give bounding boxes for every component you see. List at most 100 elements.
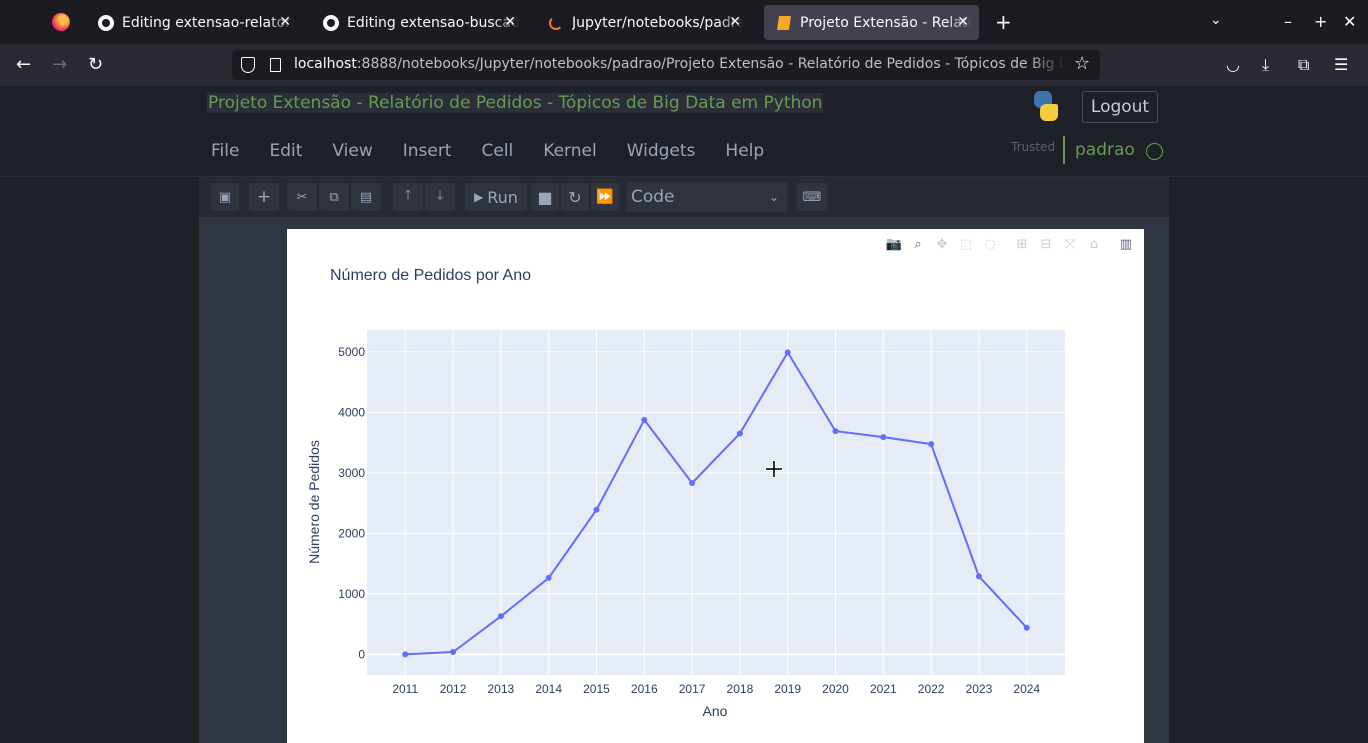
close-window-icon[interactable]: ✕	[1343, 10, 1356, 34]
trusted-indicator[interactable]: Trusted	[1011, 140, 1055, 154]
x-tick-label: 2018	[727, 682, 754, 696]
url-host: localhost	[294, 56, 357, 72]
x-tick-label: 2013	[488, 682, 515, 696]
data-point	[497, 613, 504, 620]
cell-type-value: Code	[631, 187, 675, 207]
chevron-down-icon: ⌄	[768, 190, 779, 204]
menu-bar: File Edit View Insert Cell Kernel Widget…	[196, 139, 779, 165]
restart-icon[interactable]: ↻	[561, 183, 589, 211]
x-tick-label: 2020	[822, 682, 849, 696]
menu-widgets[interactable]: Widgets	[612, 139, 711, 165]
loading-spinner-icon	[548, 15, 564, 31]
cut-icon[interactable]: ✂	[287, 183, 317, 211]
data-point	[689, 480, 696, 487]
move-up-arrow-icon[interactable]: 🡑	[393, 183, 423, 211]
pocket-icon[interactable]: ◡	[1226, 54, 1240, 76]
data-point	[593, 506, 600, 513]
notebook-container: ▣ + ✂ ⧉ ▤ 🡑 🡓 ▶ Run ■ ↻ ⏩ Code ⌄ ⌨ 📷 ⌕ ✥…	[199, 177, 1169, 743]
menu-view[interactable]: View	[317, 139, 387, 165]
reload-icon[interactable]: ↻	[88, 53, 103, 77]
play-icon: ▶	[474, 190, 484, 204]
close-tab-icon[interactable]: ✕	[957, 14, 969, 30]
fast-forward-icon[interactable]: ⏩	[591, 183, 619, 211]
firefox-view-icon[interactable]	[52, 13, 70, 31]
chevron-down-icon[interactable]: ⌄	[1210, 12, 1222, 28]
menu-help[interactable]: Help	[710, 139, 779, 165]
kernel-separator	[1063, 136, 1065, 164]
url-bar[interactable]: localhost:8888/notebooks/Jupyter/noteboo…	[232, 50, 1100, 80]
stop-icon[interactable]: ■	[531, 183, 559, 211]
python-logo-icon	[1032, 91, 1060, 121]
plot-area	[367, 330, 1065, 675]
chart-svg: 010002000300040005000 2011 2012 2013 2014 20…	[306, 267, 1065, 719]
menu-insert[interactable]: Insert	[388, 139, 467, 165]
data-point	[784, 349, 791, 356]
y-tick-label: 4000	[338, 405, 365, 419]
x-tick-label: 2015	[583, 682, 610, 696]
tab-title: Editing extensao-buscador	[347, 14, 519, 31]
y-tick-label: 5000	[338, 345, 365, 359]
x-tick-label: 2012	[440, 682, 467, 696]
minimize-icon[interactable]: –	[1284, 10, 1292, 34]
notebook-title[interactable]: Projeto Extensão - Relatório de Pedidos …	[207, 93, 824, 113]
github-icon	[98, 14, 114, 31]
data-point	[880, 434, 887, 441]
download-icon[interactable]: ⤓	[1262, 54, 1269, 76]
tab-jupyter-notebooks[interactable]: Jupyter/notebooks/padrao/ ✕	[536, 5, 751, 40]
close-tab-icon[interactable]: ✕	[279, 14, 291, 30]
run-button[interactable]: ▶ Run	[465, 183, 527, 211]
forward-arrow-icon[interactable]: →	[52, 53, 67, 77]
data-point	[832, 428, 839, 435]
y-tick-label: 2000	[338, 526, 365, 540]
menu-cell[interactable]: Cell	[466, 139, 528, 165]
close-tab-icon[interactable]: ✕	[504, 14, 516, 30]
logout-button[interactable]: Logout	[1082, 91, 1158, 123]
browser-nav-bar: ← → ↻ localhost:8888/notebooks/Jupyter/n…	[0, 44, 1368, 86]
browser-tab-bar: Editing extensao-relatorio ✕ Editing ext…	[0, 0, 1368, 44]
x-tick-label: 2011	[392, 682, 418, 696]
close-tab-icon[interactable]: ✕	[729, 14, 741, 30]
x-tick-label: 2016	[631, 682, 658, 696]
save-icon[interactable]: ▣	[211, 183, 239, 211]
back-arrow-icon[interactable]: ←	[16, 53, 31, 77]
move-down-arrow-icon[interactable]: 🡓	[425, 183, 455, 211]
new-tab-icon[interactable]: +	[995, 10, 1012, 34]
page-info-icon[interactable]	[270, 58, 281, 72]
tab-editing-relatorio[interactable]: Editing extensao-relatorio ✕	[86, 5, 301, 40]
cell-type-select[interactable]: Code ⌄	[627, 182, 787, 212]
data-point	[736, 430, 743, 437]
y-tick-label: 1000	[338, 587, 365, 601]
url-text[interactable]: localhost:8888/notebooks/Jupyter/noteboo…	[294, 56, 1066, 72]
tracking-shield-icon[interactable]	[241, 57, 255, 73]
x-axis-label: Ano	[703, 703, 728, 719]
tab-editing-buscador[interactable]: Editing extensao-buscador ✕	[311, 5, 526, 40]
keyboard-icon[interactable]: ⌨	[797, 183, 827, 211]
kernel-idle-icon	[1146, 143, 1163, 160]
insert-cell-plus-icon[interactable]: +	[249, 183, 279, 211]
x-tick-labels: 2011 2012 2013 2014 2015 2016 2017 2018 2019 2020…	[392, 682, 1040, 696]
tab-title: Jupyter/notebooks/padrao/	[572, 14, 744, 31]
tab-projeto-extensao[interactable]: Projeto Extensão - Relatório ✕	[764, 5, 979, 40]
notebook-body: ▣ + ✂ ⧉ ▤ 🡑 🡓 ▶ Run ■ ↻ ⏩ Code ⌄ ⌨ 📷 ⌕ ✥…	[0, 177, 1368, 743]
menu-kernel[interactable]: Kernel	[528, 139, 611, 165]
paste-icon[interactable]: ▤	[351, 183, 381, 211]
kernel-name[interactable]: padrao	[1075, 140, 1135, 160]
maximize-icon[interactable]: +	[1314, 10, 1327, 34]
y-axis-label: Número de Pedidos	[306, 440, 322, 564]
menu-file[interactable]: File	[196, 139, 254, 165]
menu-edit[interactable]: Edit	[254, 139, 317, 165]
y-tick-label: 3000	[338, 466, 365, 480]
copy-icon[interactable]: ⧉	[319, 183, 349, 211]
run-label: Run	[487, 187, 518, 207]
chart-title: Número de Pedidos por Ano	[330, 267, 531, 284]
plotly-chart[interactable]: 📷 ⌕ ✥ ⬚ ◌ ⊞ ⊟ ⤧ ⌂ ▥ 0 1000 2000 3000 4000 500…	[287, 229, 1144, 743]
data-point	[928, 441, 935, 448]
x-tick-label: 2021	[870, 682, 897, 696]
x-tick-label: 2022	[918, 682, 945, 696]
x-tick-label: 2024	[1013, 682, 1040, 696]
y-tick-labels: 0 1000 2000 3000 4000 5000	[338, 345, 365, 662]
extensions-icon[interactable]: ⧉	[1298, 54, 1309, 76]
menu-hamburger-icon[interactable]: ☰	[1334, 54, 1348, 76]
bookmark-star-icon[interactable]: ☆	[1074, 53, 1090, 74]
data-point	[545, 574, 552, 581]
